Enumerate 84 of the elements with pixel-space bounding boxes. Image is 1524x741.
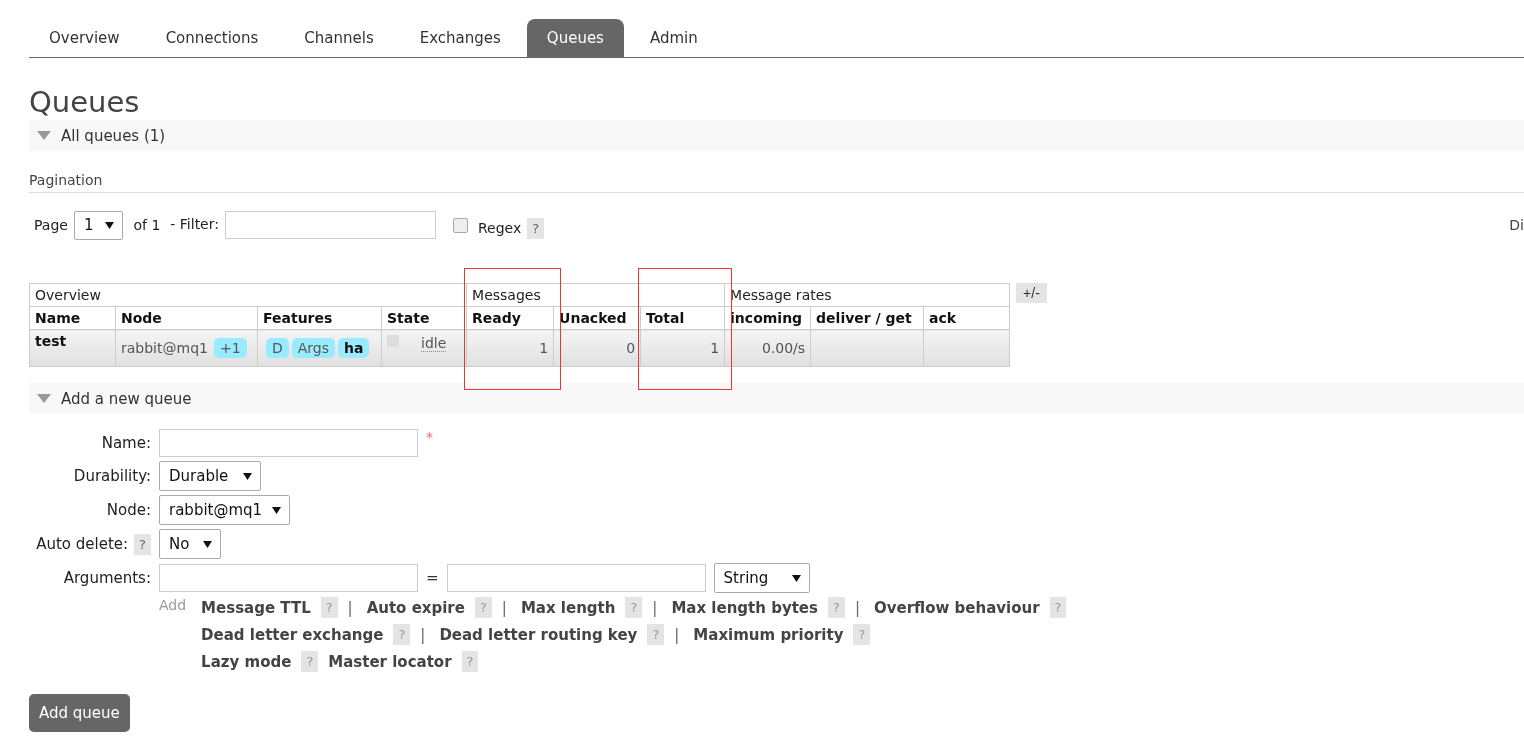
column-header[interactable]: Ready: [466, 306, 554, 330]
field-label: Auto delete:: [36, 535, 129, 553]
table-cell: 0.00/s: [724, 329, 811, 367]
argument-key-field[interactable]: [159, 564, 418, 592]
expanded-triangle-icon[interactable]: [37, 131, 51, 140]
nav-tab[interactable]: Connections: [145, 19, 279, 57]
table-cell: 1: [640, 329, 725, 367]
argument-shortcut-link[interactable]: Overflow behaviour: [873, 598, 1040, 617]
add-queue-button[interactable]: Add queue: [29, 694, 130, 732]
column-group-header: Message rates: [724, 283, 1010, 307]
argument-shortcut-link[interactable]: Dead letter routing key: [439, 625, 638, 644]
argument-shortcut-link[interactable]: Max length bytes: [671, 598, 818, 617]
node-name: rabbit@mq1: [121, 340, 208, 356]
column-header[interactable]: Total: [640, 306, 725, 330]
nav-tab[interactable]: Admin: [629, 19, 718, 57]
field-label: Node:: [106, 501, 151, 519]
queue-name-link[interactable]: test: [29, 329, 116, 367]
column-header[interactable]: ack: [923, 306, 1010, 330]
filter-field[interactable]: [224, 211, 436, 239]
page-select[interactable]: 1: [73, 210, 124, 240]
dropdown-arrow-icon: [791, 574, 801, 582]
expanded-triangle-icon[interactable]: [37, 394, 51, 403]
field-label: Arguments:: [63, 569, 151, 587]
node-select[interactable]: rabbit@mq1: [159, 495, 291, 525]
argument-type-select[interactable]: String: [713, 563, 810, 593]
dropdown-arrow-icon: [272, 506, 282, 514]
dropdown-arrow-icon: [203, 540, 212, 548]
feature-tag: ha: [338, 338, 370, 358]
argument-shortcut-link[interactable]: Master locator: [328, 652, 452, 671]
feature-tag: Args: [291, 338, 336, 358]
required-mark: *: [426, 429, 433, 445]
display-text: Di: [1509, 217, 1524, 233]
help-button[interactable]: ?: [134, 533, 151, 555]
column-header[interactable]: State: [381, 306, 467, 330]
node-count-badge: +1: [213, 338, 247, 358]
table-cell: 0: [553, 329, 641, 367]
column-header[interactable]: incoming: [724, 306, 811, 330]
field-label: Name:: [101, 434, 151, 452]
nav-tab[interactable]: Exchanges: [399, 19, 521, 57]
link-separator: |: [420, 625, 426, 644]
argument-shortcut-link[interactable]: Auto expire: [366, 598, 465, 617]
argument-shortcut-link[interactable]: Lazy mode: [201, 652, 292, 671]
table-cell: 1: [466, 329, 554, 367]
link-separator: |: [854, 598, 860, 617]
page-label: Page: [34, 217, 68, 233]
state-text: idle: [421, 335, 447, 352]
regex-checkbox[interactable]: [452, 217, 468, 233]
column-header[interactable]: Features: [257, 306, 382, 330]
link-separator: |: [347, 598, 353, 617]
link-separator: |: [674, 625, 680, 644]
dropdown-arrow-icon: [105, 221, 115, 229]
column-header[interactable]: Name: [29, 306, 116, 330]
argument-shortcut-link[interactable]: Max length: [520, 598, 616, 617]
page-title: Queues: [29, 84, 141, 120]
name-field[interactable]: [159, 429, 418, 457]
argument-shortcut-link[interactable]: Maximum priority: [693, 625, 844, 644]
auto-delete-select[interactable]: No: [159, 529, 221, 559]
column-header[interactable]: Node: [115, 306, 258, 330]
argument-value-field[interactable]: [446, 564, 706, 592]
equals-sign: =: [426, 569, 439, 587]
column-group-header: Overview: [29, 283, 467, 307]
column-group-header: Messages: [466, 283, 725, 307]
nav-tab[interactable]: Channels: [284, 19, 394, 57]
argument-shortcut-link[interactable]: Dead letter exchange: [201, 625, 384, 644]
section-title[interactable]: Add a new queue: [61, 389, 192, 408]
column-header[interactable]: Unacked: [553, 306, 641, 330]
regex-label: Regex: [477, 220, 522, 236]
link-separator: |: [652, 598, 658, 617]
pagination-heading: Pagination: [29, 151, 1524, 193]
nav-tab[interactable]: Queues: [526, 19, 624, 57]
feature-tag: D: [266, 338, 289, 358]
dropdown-arrow-icon: [243, 472, 252, 480]
section-title[interactable]: All queues (1): [61, 126, 166, 145]
columns-toggle-button[interactable]: +/-: [1016, 283, 1047, 303]
column-header[interactable]: deliver / get: [810, 306, 924, 330]
durability-select[interactable]: Durable: [159, 461, 261, 491]
field-label: Durability:: [73, 467, 151, 485]
nav-tab[interactable]: Overview: [29, 19, 140, 57]
argument-shortcut-link[interactable]: Message TTL: [201, 598, 311, 617]
filter-label: - Filter:: [170, 216, 219, 232]
add-argument-label: Add: [159, 597, 187, 615]
page-count-label: of 1: [133, 217, 161, 233]
help-button[interactable]: ?: [527, 217, 545, 239]
link-separator: |: [501, 598, 507, 617]
